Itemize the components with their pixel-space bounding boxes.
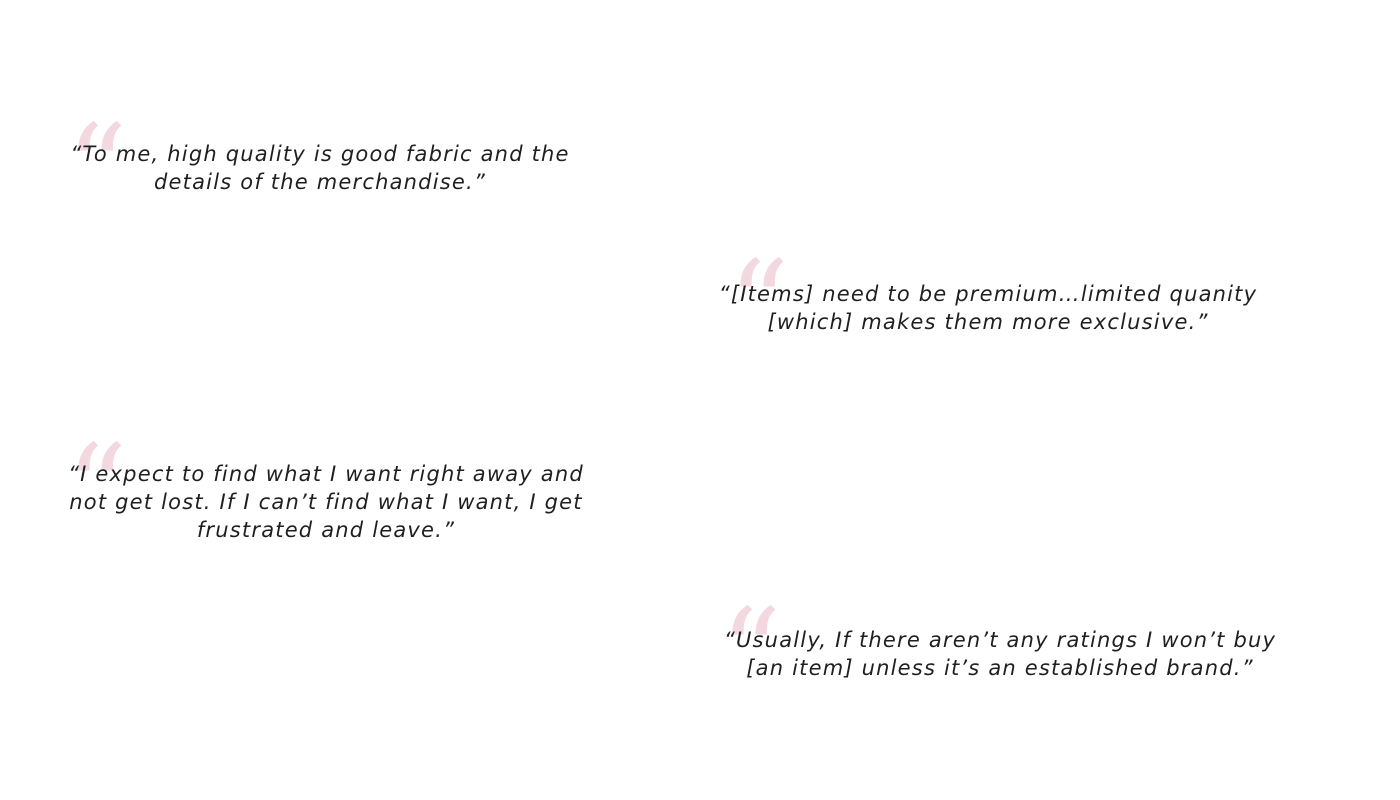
quote-text: “Usually, If there aren’t any ratings I … [723,628,1277,680]
quote-card: “ “I expect to find what I want right aw… [46,430,606,550]
quote-card: “ “[Items] need to be premium…limited qu… [708,246,1268,366]
quote-card: “ “To me, high quality is good fabric an… [40,110,600,230]
quote-text: “To me, high quality is good fabric and … [70,142,570,194]
quote-text: “[Items] need to be premium…limited quan… [718,282,1258,334]
quotes-page: “ “To me, high quality is good fabric an… [0,0,1400,800]
quote-card: “ “Usually, If there aren’t any ratings … [720,594,1280,714]
quote-text: “I expect to find what I want right away… [68,462,584,542]
